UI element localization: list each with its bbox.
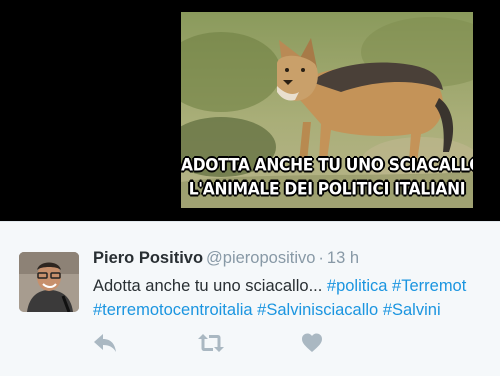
tweet-text-line-2: #terremotocentroitalia #Salvinisciacallo… — [93, 298, 500, 322]
tweet-card: Piero Positivo @pieropositivo · 13 h Adotta… — [0, 221, 500, 376]
tweet-timestamp[interactable]: 13 h — [327, 249, 359, 267]
like-button[interactable] — [301, 332, 329, 358]
reply-icon — [94, 334, 116, 352]
retweet-icon — [198, 334, 224, 352]
separator-dot: · — [318, 249, 324, 267]
author-name[interactable]: Piero Positivo — [93, 249, 203, 267]
hashtag-link[interactable]: #terremotocentroitalia — [93, 301, 253, 319]
hashtag-link[interactable]: #Salvini — [383, 301, 441, 319]
hashtag-link[interactable]: #politica — [327, 277, 388, 295]
reply-button[interactable] — [93, 332, 121, 358]
tweet-text-prefix: Adotta anche tu uno sciacallo... — [93, 277, 327, 295]
author-handle[interactable]: @pieropositivo — [206, 249, 315, 267]
heart-icon — [302, 333, 322, 352]
hashtag-link[interactable]: #Salvinisciacallo — [257, 301, 378, 319]
hashtag-link[interactable]: #Terremot — [392, 277, 466, 295]
tweet-actions — [93, 332, 353, 358]
avatar-photo — [19, 252, 79, 312]
retweet-button[interactable] — [197, 332, 225, 358]
tweet-header: Piero Positivo @pieropositivo · 13 h — [93, 249, 359, 268]
meme-image[interactable]: ADOTTA ANCHE TU UNO SCIACALLO, L'ANIMALE… — [181, 12, 473, 208]
caption-line-1: ADOTTA ANCHE TU UNO SCIACALLO, — [181, 155, 473, 175]
avatar[interactable] — [19, 252, 79, 312]
meme-caption: ADOTTA ANCHE TU UNO SCIACALLO, L'ANIMALE… — [181, 153, 473, 201]
caption-line-2: L'ANIMALE DEI POLITICI ITALIANI — [188, 179, 466, 199]
tweet-text-line-1: Adotta anche tu uno sciacallo... #politi… — [93, 274, 500, 298]
media-area: ADOTTA ANCHE TU UNO SCIACALLO, L'ANIMALE… — [0, 0, 500, 221]
tweet-text: Adotta anche tu uno sciacallo... #politi… — [93, 274, 500, 322]
